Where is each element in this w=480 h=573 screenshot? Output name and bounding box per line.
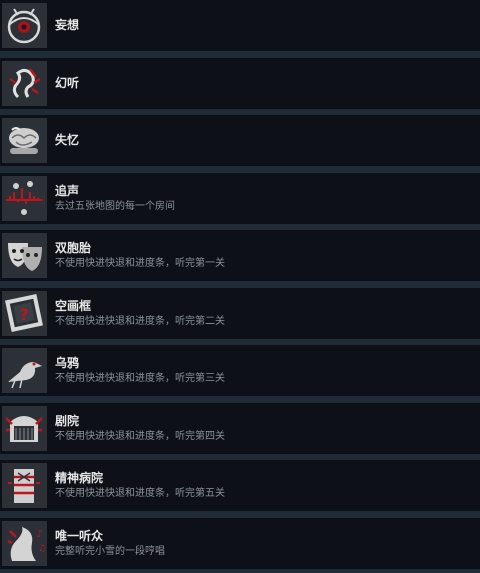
- achievement-title: 失忆: [55, 133, 80, 147]
- achievement-row[interactable]: 失忆: [0, 115, 480, 166]
- soundwave-icon: [2, 176, 47, 221]
- theater-icon: [2, 406, 47, 451]
- brain-icon: [2, 118, 47, 163]
- achievement-row[interactable]: 追声 去过五张地图的每一个房间: [0, 173, 480, 224]
- achievement-row[interactable]: 乌鸦 不使用快进快退和进度条，听完第三关: [0, 345, 480, 396]
- achievement-title: 唯一听众: [55, 529, 104, 543]
- achievement-description: 完整听完小雪的一段哼唱: [55, 546, 165, 557]
- achievement-title: 幻听: [55, 76, 80, 90]
- achievement-title: 空画框: [55, 299, 92, 313]
- achievement-description: 不使用快进快退和进度条，听完第三关: [55, 373, 225, 384]
- achievement-description: 不使用快进快退和进度条，听完第四关: [55, 431, 225, 442]
- asylum-icon: [2, 463, 47, 508]
- achievement-title: 精神病院: [55, 471, 104, 485]
- listener-icon: ♪ ♫: [2, 521, 47, 566]
- achievement-description: 去过五张地图的每一个房间: [55, 201, 175, 212]
- svg-text:♪: ♪: [36, 529, 42, 540]
- achievement-row[interactable]: 剧院 不使用快进快退和进度条，听完第四关: [0, 403, 480, 454]
- achievement-description: 不使用快进快退和进度条，听完第五关: [55, 488, 225, 499]
- achievement-row[interactable]: ♪ ♫ 唯一听众 完整听完小雪的一段哼唱: [0, 518, 480, 569]
- crow-icon: [2, 348, 47, 393]
- achievement-title: 追声: [55, 184, 80, 198]
- achievement-description: 不使用快进快退和进度条，听完第一关: [55, 258, 225, 269]
- achievement-title: 双胞胎: [55, 241, 92, 255]
- achievement-title: 剧院: [55, 414, 80, 428]
- achievement-title: 乌鸦: [55, 356, 80, 370]
- svg-text:♫: ♫: [38, 544, 46, 554]
- theater-masks-icon: [2, 233, 47, 278]
- eye-icon: [2, 3, 47, 48]
- picture-frame-icon: ?: [2, 291, 47, 336]
- achievement-row[interactable]: 精神病院 不使用快进快退和进度条，听完第五关: [0, 460, 480, 511]
- achievement-list: 妄想 幻听 失忆 追声 去过五张地图的每一个房间 双胞胎 不使用快进快退和进度条…: [0, 0, 480, 573]
- svg-text:?: ?: [19, 305, 28, 324]
- achievement-title: 妄想: [55, 18, 80, 32]
- achievement-row[interactable]: 妄想: [0, 0, 480, 51]
- achievement-row[interactable]: 双胞胎 不使用快进快退和进度条，听完第一关: [0, 230, 480, 281]
- achievement-row[interactable]: ? 空画框 不使用快进快退和进度条，听完第二关: [0, 288, 480, 339]
- achievement-description: 不使用快进快退和进度条，听完第二关: [55, 316, 225, 327]
- achievement-row[interactable]: 幻听: [0, 58, 480, 109]
- ear-icon: [2, 61, 47, 106]
